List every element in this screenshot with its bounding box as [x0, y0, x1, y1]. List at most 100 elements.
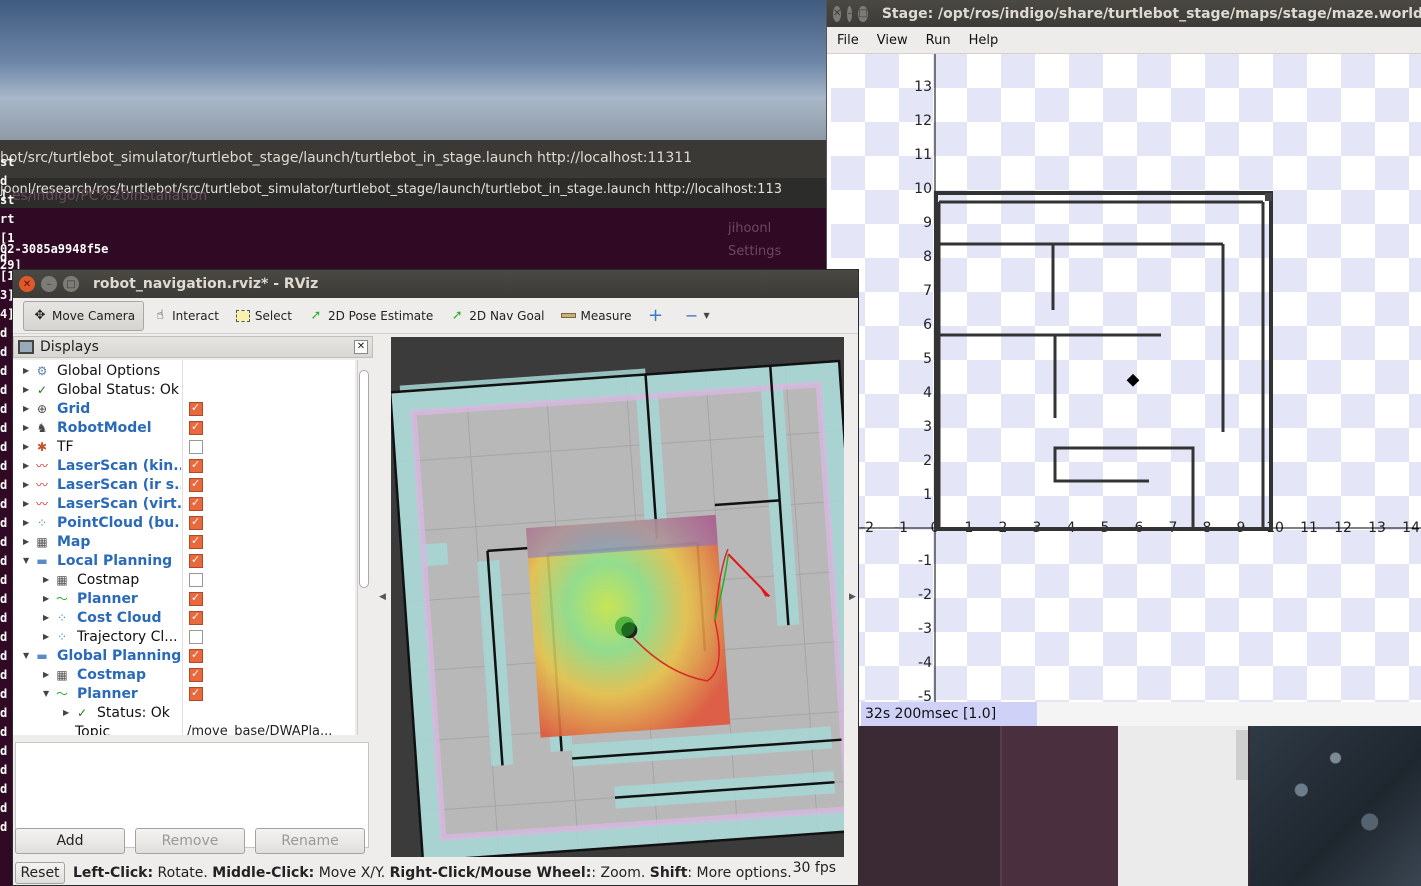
folder-icon: ▬: [36, 648, 48, 663]
display-row[interactable]: ▶ ♞ RobotModel: [13, 418, 355, 437]
collapse-left-icon[interactable]: ◀: [379, 592, 386, 602]
expand-right-icon[interactable]: ▶: [23, 423, 33, 432]
enable-checkbox[interactable]: [189, 439, 203, 454]
enable-checkbox[interactable]: [189, 648, 203, 663]
chevron-down-icon: ▼: [703, 311, 710, 320]
expand-right-icon[interactable]: ▶: [43, 594, 53, 603]
enable-checkbox[interactable]: [189, 591, 203, 606]
enable-checkbox[interactable]: [189, 610, 203, 625]
maximize-icon[interactable]: □: [63, 276, 79, 292]
expand-right-icon[interactable]: ▶: [23, 537, 33, 546]
display-row[interactable]: ▶ ⁘ Trajectory Cl...: [13, 627, 355, 646]
expand-right-icon[interactable]: ▶: [63, 708, 73, 717]
display-row[interactable]: ▶ ⁘ Cost Cloud: [13, 608, 355, 627]
enable-checkbox[interactable]: [189, 401, 203, 416]
menu-view[interactable]: View: [877, 33, 908, 48]
maximize-icon[interactable]: □: [858, 5, 868, 22]
interact-tool[interactable]: ☝ Interact: [144, 301, 227, 331]
display-row[interactable]: ▶ ⁘ PointCloud (bu...: [13, 513, 355, 532]
expand-right-icon[interactable]: ▶: [23, 366, 33, 375]
enable-checkbox[interactable]: [189, 572, 203, 587]
measure-tool[interactable]: Measure: [553, 301, 640, 331]
topic-value[interactable]: /move_base/DWAPla...: [187, 724, 332, 735]
display-row[interactable]: ▼ ▬ Local Planning: [13, 551, 355, 570]
display-row[interactable]: ▶ 〰 LaserScan (virt...: [13, 494, 355, 513]
display-row[interactable]: ▼ 〜 Planner: [13, 684, 355, 703]
expand-right-icon[interactable]: ▶: [23, 385, 33, 394]
expand-right-icon[interactable]: ▶: [43, 670, 53, 679]
display-row[interactable]: ▶ ✱ TF: [13, 437, 355, 456]
expand-right-icon[interactable]: ▶: [43, 613, 53, 622]
nav-goal-tool[interactable]: ➚ 2D Nav Goal: [441, 301, 552, 331]
scrollbar-thumb[interactable]: [359, 370, 369, 588]
display-row[interactable]: ▶ 〰 LaserScan (ir s...: [13, 475, 355, 494]
expand-right-icon[interactable]: ▶: [43, 575, 53, 584]
move-camera-tool[interactable]: ✥ Move Camera: [23, 300, 145, 331]
display-label: Topic: [75, 723, 111, 736]
enable-checkbox[interactable]: [189, 496, 203, 511]
enable-checkbox[interactable]: [189, 553, 203, 568]
enable-checkbox[interactable]: [189, 515, 203, 530]
enable-checkbox[interactable]: [189, 686, 203, 701]
enable-checkbox[interactable]: [189, 458, 203, 473]
enable-checkbox[interactable]: [189, 477, 203, 492]
select-tool[interactable]: Select: [227, 301, 300, 331]
collapse-right-icon[interactable]: ▶: [849, 592, 856, 602]
terminal-line: d: [0, 782, 8, 796]
display-label: LaserScan (ir s...: [57, 476, 181, 493]
y-tick-label: 9: [923, 215, 932, 231]
rviz-3d-viewport[interactable]: [391, 337, 844, 857]
stage-menubar: File View Run Help: [827, 27, 1421, 54]
display-label: Status: Ok: [97, 704, 170, 721]
y-tick-label: 8: [923, 249, 932, 265]
rename-button[interactable]: Rename: [255, 828, 365, 854]
display-row[interactable]: ▶ ✓ Global Status: Ok: [13, 380, 355, 399]
display-row[interactable]: ▶ ▦ Costmap: [13, 570, 355, 589]
minimize-icon[interactable]: –: [847, 5, 853, 22]
displays-header: Displays ✕: [13, 336, 373, 358]
y-tick-label: 10: [914, 181, 932, 197]
add-tool-button[interactable]: +: [640, 301, 676, 331]
menu-file[interactable]: File: [837, 33, 859, 48]
enable-checkbox[interactable]: [189, 534, 203, 549]
minimize-icon[interactable]: –: [41, 276, 57, 292]
enable-checkbox[interactable]: [189, 667, 203, 682]
display-row[interactable]: ▶ ▦ Map: [13, 532, 355, 551]
display-row[interactable]: ▶ 〜 Planner: [13, 589, 355, 608]
expand-right-icon[interactable]: ▶: [23, 442, 33, 451]
display-row[interactable]: Topic/move_base/DWAPla...: [13, 722, 355, 736]
display-row[interactable]: ▶ ⚙ Global Options: [13, 361, 355, 380]
pose-estimate-tool[interactable]: ➚ 2D Pose Estimate: [300, 301, 441, 331]
expand-right-icon[interactable]: ▶: [23, 518, 33, 527]
display-row[interactable]: ▼ ▬ Global Planning: [13, 646, 355, 665]
expand-right-icon[interactable]: ▶: [23, 461, 33, 470]
reset-button[interactable]: Reset: [15, 862, 65, 884]
pointcloud-icon: ⁘: [36, 515, 48, 530]
menu-run[interactable]: Run: [926, 33, 951, 48]
close-icon[interactable]: ✕: [19, 276, 35, 292]
expand-down-icon[interactable]: ▼: [23, 651, 33, 660]
add-button[interactable]: Add: [15, 828, 125, 854]
expand-down-icon[interactable]: ▼: [23, 556, 33, 565]
interact-label: Interact: [172, 308, 219, 323]
display-row[interactable]: ▶ ⊕ Grid: [13, 399, 355, 418]
expand-right-icon[interactable]: ▶: [23, 499, 33, 508]
menu-help[interactable]: Help: [969, 33, 999, 48]
display-row[interactable]: ▶ 〰 LaserScan (kin...: [13, 456, 355, 475]
remove-button[interactable]: Remove: [135, 828, 245, 854]
expand-down-icon[interactable]: ▼: [43, 689, 53, 698]
display-row[interactable]: ▶ ▦ Costmap: [13, 665, 355, 684]
enable-checkbox[interactable]: [189, 629, 203, 644]
expand-right-icon[interactable]: ▶: [23, 404, 33, 413]
expand-right-icon[interactable]: ▶: [23, 480, 33, 489]
expand-right-icon[interactable]: ▶: [43, 632, 53, 641]
remove-tool-button[interactable]: − ▼: [676, 301, 718, 331]
tree-scrollbar[interactable]: [357, 360, 369, 735]
close-icon[interactable]: ✕: [354, 340, 368, 354]
display-row[interactable]: ▶ ✓ Status: Ok: [13, 703, 355, 722]
close-icon[interactable]: ✕: [833, 5, 842, 22]
display-label: Costmap: [77, 571, 140, 588]
enable-checkbox[interactable]: [189, 420, 203, 435]
stage-canvas[interactable]: 13121110987654321-1-2-3-4-5 -2-101234567…: [831, 54, 1421, 702]
costmap-render: [391, 359, 844, 857]
